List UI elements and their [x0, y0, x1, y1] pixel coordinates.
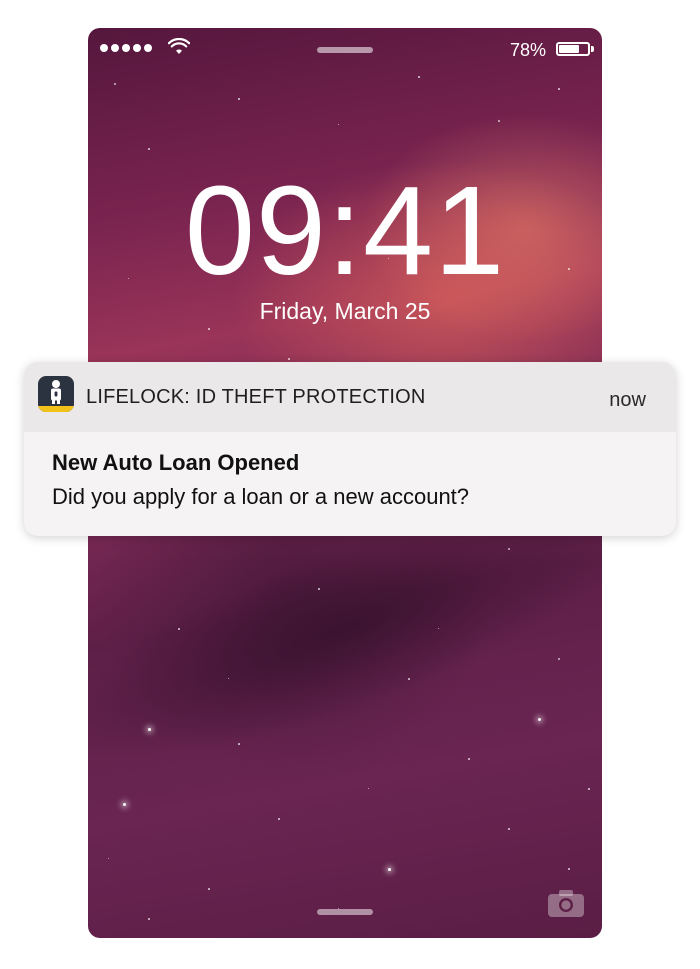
camera-icon[interactable] [547, 888, 585, 918]
star [568, 868, 570, 870]
lock-time: 09:41 [184, 160, 506, 301]
notification-time: now [609, 389, 646, 411]
signal-dots-icon [100, 44, 152, 52]
star [388, 868, 391, 871]
battery-level-fill [559, 45, 580, 53]
lifelock-app-icon [38, 376, 74, 412]
star [408, 678, 410, 680]
notification-header: LIFELOCK: ID THEFT PROTECTION now [24, 362, 676, 432]
notification-app-name: LIFELOCK: ID THEFT PROTECTION [86, 386, 426, 408]
status-bar: 78% [88, 28, 602, 68]
notification-card[interactable]: LIFELOCK: ID THEFT PROTECTION now New Au… [24, 362, 676, 536]
battery-icon [556, 42, 590, 56]
battery-percentage: 78% [509, 40, 546, 60]
lock-date: Friday, March 25 [259, 298, 431, 324]
home-indicator[interactable] [317, 909, 373, 915]
star [123, 803, 126, 806]
notification-body: Did you apply for a loan or a new accoun… [52, 484, 470, 509]
app-icon-stripe [38, 406, 74, 412]
notification-title: New Auto Loan Opened [52, 450, 300, 475]
star [288, 358, 290, 360]
star [108, 858, 110, 860]
star [238, 743, 240, 745]
star [558, 658, 560, 660]
star [148, 728, 151, 731]
star [498, 120, 500, 122]
star [338, 124, 340, 126]
star [318, 588, 320, 590]
star [208, 328, 210, 330]
star [368, 788, 370, 790]
star [418, 76, 420, 78]
star [588, 788, 590, 790]
star [238, 98, 240, 100]
star [208, 888, 210, 890]
star [148, 918, 150, 920]
star [468, 758, 470, 760]
star [508, 548, 510, 550]
battery-tip [591, 46, 594, 52]
star [508, 828, 510, 830]
lock-person-icon [51, 380, 61, 404]
star [558, 88, 560, 90]
star [538, 718, 541, 721]
wifi-icon [168, 38, 190, 54]
star [114, 83, 116, 85]
top-grabber[interactable] [317, 47, 373, 53]
star [178, 628, 180, 630]
star [278, 818, 280, 820]
stage: 78% 09:41 Friday, March 25 LIFELOCK: ID … [0, 0, 700, 969]
star [148, 148, 150, 150]
